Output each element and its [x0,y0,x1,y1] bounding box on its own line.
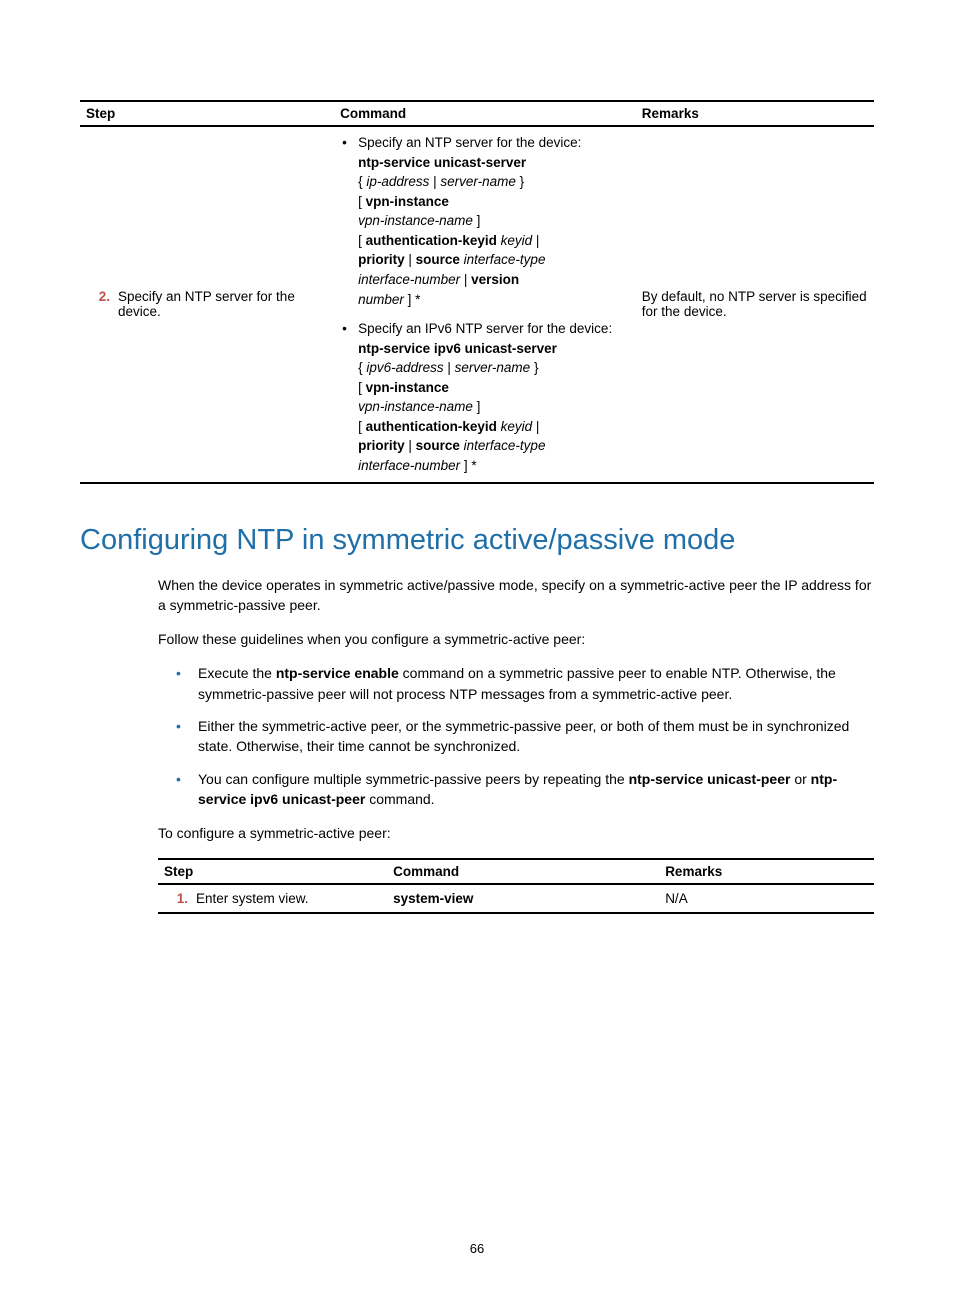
cmd-syntax: [ vpn-instance [358,194,449,209]
command-cell: system-view [387,884,659,913]
cmd-intro: Specify an IPv6 NTP server for the devic… [358,321,612,336]
guideline-item: Execute the ntp-service enable command o… [158,663,874,704]
steps-table-1: Step Command Remarks 2. Specify an NTP s… [80,100,874,484]
guideline-item: You can configure multiple symmetric-pas… [158,769,874,810]
table-header-row: Step Command Remarks [158,859,874,884]
cmd-syntax: number ] * [358,292,420,307]
cmd-syntax: priority | source interface-type [358,252,545,267]
col-step: Step [158,859,387,884]
cmd-syntax: priority | source interface-type [358,438,545,453]
cmd-syntax: { ip-address | server-name } [358,174,524,189]
step-text: Enter system view. [196,891,381,906]
paragraph: When the device operates in symmetric ac… [158,575,874,616]
table-header-row: Step Command Remarks [80,101,874,126]
text: You can configure multiple symmetric-pas… [198,771,629,787]
text: command. [365,791,434,807]
remarks-cell: N/A [659,884,874,913]
table-row: 2. Specify an NTP server for the device.… [80,126,874,483]
cmd-syntax: vpn-instance-name ] [358,399,480,414]
text: or [790,771,810,787]
guideline-list: Execute the ntp-service enable command o… [158,663,874,809]
col-step: Step [80,101,334,126]
cmd-name: system-view [393,891,473,906]
step-cell: 1. Enter system view. [158,884,387,913]
col-command: Command [387,859,659,884]
step-cell: 2. Specify an NTP server for the device. [80,126,334,483]
cmd-syntax: [ authentication-keyid keyid | [358,419,539,434]
cmd-syntax: { ipv6-address | server-name } [358,360,538,375]
guideline-item: Either the symmetric-active peer, or the… [158,716,874,757]
cmd-syntax: interface-number | version [358,272,519,287]
command-cell: Specify an NTP server for the device: nt… [334,126,636,483]
step-number: 2. [86,289,118,304]
cmd-item-ipv4: Specify an NTP server for the device: nt… [340,133,630,309]
paragraph: Follow these guidelines when you configu… [158,629,874,649]
step-number: 1. [164,891,196,906]
remarks-cell: By default, no NTP server is specified f… [636,126,874,483]
cmd-name: ntp-service unicast-server [358,155,526,170]
cmd-syntax: vpn-instance-name ] [358,213,480,228]
page-number: 66 [0,1241,954,1256]
cmd-syntax: [ authentication-keyid keyid | [358,233,539,248]
steps-table-2: Step Command Remarks 1. Enter system vie… [158,858,874,914]
step-text: Specify an NTP server for the device. [118,289,328,319]
cmd-inline: ntp-service enable [276,665,399,681]
cmd-item-ipv6: Specify an IPv6 NTP server for the devic… [340,319,630,476]
cmd-inline: ntp-service unicast-peer [629,771,791,787]
section-heading: Configuring NTP in symmetric active/pass… [80,524,874,557]
cmd-syntax: [ vpn-instance [358,380,449,395]
text: Execute the [198,665,276,681]
paragraph: To configure a symmetric-active peer: [158,823,874,843]
table-row: 1. Enter system view. system-view N/A [158,884,874,913]
cmd-syntax: interface-number ] * [358,458,477,473]
col-remarks: Remarks [659,859,874,884]
col-command: Command [334,101,636,126]
col-remarks: Remarks [636,101,874,126]
cmd-name: ntp-service ipv6 unicast-server [358,341,557,356]
cmd-intro: Specify an NTP server for the device: [358,135,581,150]
